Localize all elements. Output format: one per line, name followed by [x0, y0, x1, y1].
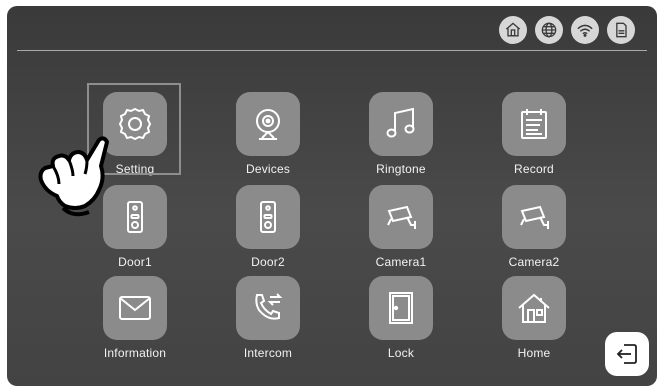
webcam-icon — [236, 92, 300, 156]
tile-lock[interactable]: Lock — [351, 276, 451, 372]
house-icon — [502, 276, 566, 340]
tile-ringtone[interactable]: Ringtone — [351, 92, 451, 188]
tile-camera1[interactable]: Camera1 — [351, 185, 451, 281]
tile-label: Information — [103, 346, 167, 360]
tile-label: Intercom — [243, 346, 293, 360]
pointing-hand-icon — [38, 136, 109, 217]
tile-label: Ringtone — [376, 162, 426, 176]
tile-label: Door1 — [118, 255, 152, 269]
phone-transfer-icon — [236, 276, 300, 340]
wifi-icon[interactable] — [571, 16, 599, 44]
tile-devices[interactable]: Devices — [218, 92, 318, 188]
tile-label: Record — [514, 162, 554, 176]
home-screen: Setting Devices Ringtone Record Door1 Do… — [7, 6, 657, 386]
tile-label: Camera1 — [375, 255, 427, 269]
tile-label: Home — [517, 346, 551, 360]
security-camera-icon — [502, 185, 566, 249]
tile-intercom[interactable]: Intercom — [218, 276, 318, 372]
music-note-icon — [369, 92, 433, 156]
logout-icon — [616, 344, 637, 364]
tile-information[interactable]: Information — [85, 276, 185, 372]
tile-label: Lock — [387, 346, 415, 360]
tile-home[interactable]: Home — [484, 276, 584, 372]
tile-record[interactable]: Record — [484, 92, 584, 188]
exit-button[interactable] — [605, 332, 649, 376]
tile-label: Devices — [245, 162, 291, 176]
home-status-icon[interactable] — [499, 16, 527, 44]
security-camera-icon — [369, 185, 433, 249]
status-bar — [499, 16, 635, 44]
tile-camera2[interactable]: Camera2 — [484, 185, 584, 281]
doorbell-icon — [236, 185, 300, 249]
globe-icon[interactable] — [535, 16, 563, 44]
tile-door2[interactable]: Door2 — [218, 185, 318, 281]
envelope-icon — [103, 276, 167, 340]
sd-card-icon[interactable] — [607, 16, 635, 44]
tile-label: Door2 — [251, 255, 285, 269]
tile-label: Camera2 — [508, 255, 560, 269]
header-divider — [17, 50, 647, 51]
door-icon — [369, 276, 433, 340]
calendar-icon — [502, 92, 566, 156]
